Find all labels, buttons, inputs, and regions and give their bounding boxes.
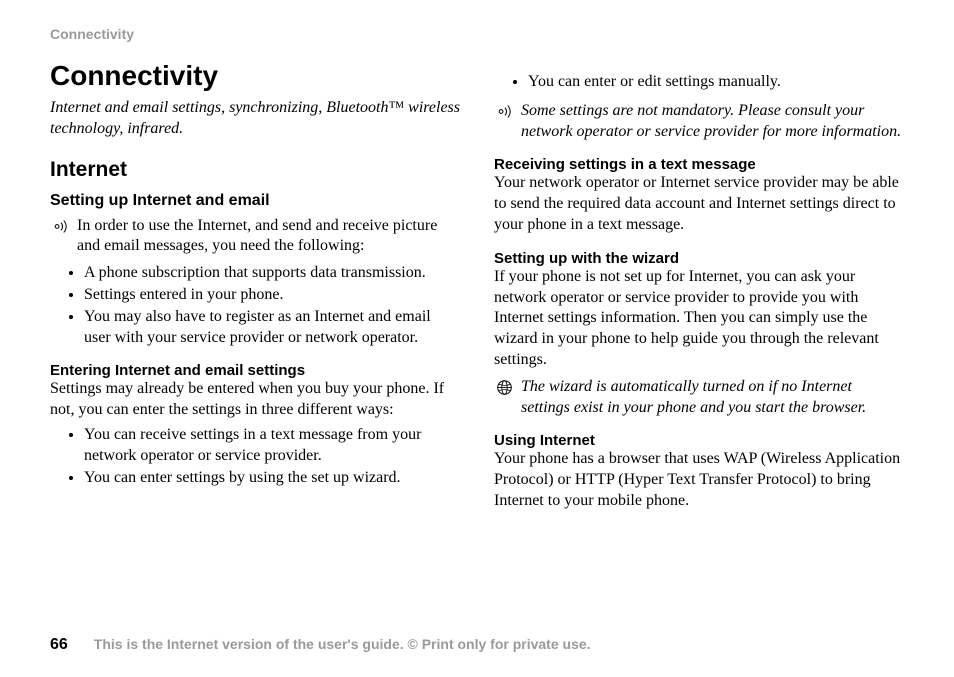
entering-settings-body: Settings may already be entered when you… (50, 379, 460, 421)
signal-icon (50, 216, 70, 235)
heading-setting-up-wizard: Setting up with the wizard (494, 250, 904, 267)
receiving-settings-body: Your network operator or Internet servic… (494, 173, 904, 235)
using-internet-body: Your phone has a browser that uses WAP (… (494, 449, 904, 511)
requirements-list: A phone subscription that supports data … (50, 263, 460, 348)
list-item: You can receive settings in a text messa… (84, 425, 460, 467)
note-wizard-auto: The wizard is automatically turned on if… (494, 377, 904, 419)
running-header: Connectivity (50, 26, 904, 42)
heading-receiving-settings: Receiving settings in a text message (494, 156, 904, 173)
list-item: You can enter or edit settings manually. (528, 72, 904, 93)
intro-text: In order to use the Internet, and send a… (77, 216, 460, 258)
heading-using-internet: Using Internet (494, 432, 904, 449)
intro-note: In order to use the Internet, and send a… (50, 216, 460, 258)
footer-text: This is the Internet version of the user… (94, 636, 591, 652)
page-number: 66 (50, 636, 68, 654)
section-heading-internet: Internet (50, 158, 460, 182)
section-setup-internet-email: Setting up Internet and email In order t… (50, 192, 460, 349)
columns: Connectivity Internet and email settings… (50, 60, 904, 514)
heading-setup-internet-email: Setting up Internet and email (50, 192, 460, 210)
list-item: A phone subscription that supports data … (84, 263, 460, 284)
note-wizard-auto-text: The wizard is automatically turned on if… (521, 377, 904, 419)
page-content: Connectivity Connectivity Internet and e… (0, 0, 954, 514)
note-not-mandatory: Some settings are not mandatory. Please … (494, 101, 904, 143)
note-not-mandatory-text: Some settings are not mandatory. Please … (521, 101, 904, 143)
page-title: Connectivity (50, 60, 460, 92)
setting-up-wizard-body: If your phone is not set up for Internet… (494, 267, 904, 371)
list-item: Settings entered in your phone. (84, 285, 460, 306)
heading-entering-settings: Entering Internet and email settings (50, 362, 460, 379)
section-entering-settings: Entering Internet and email settings Set… (50, 362, 460, 488)
list-item: You can enter settings by using the set … (84, 468, 460, 489)
subtitle: Internet and email settings, synchronizi… (50, 98, 460, 140)
right-column: You can enter or edit settings manually.… (494, 60, 904, 514)
list-item: You may also have to register as an Inte… (84, 307, 460, 349)
signal-icon (494, 101, 514, 120)
globe-icon (494, 377, 514, 396)
entering-settings-list-continued: You can enter or edit settings manually. (494, 72, 904, 93)
footer: 66 This is the Internet version of the u… (0, 636, 954, 654)
entering-settings-list: You can receive settings in a text messa… (50, 425, 460, 488)
left-column: Connectivity Internet and email settings… (50, 60, 460, 514)
